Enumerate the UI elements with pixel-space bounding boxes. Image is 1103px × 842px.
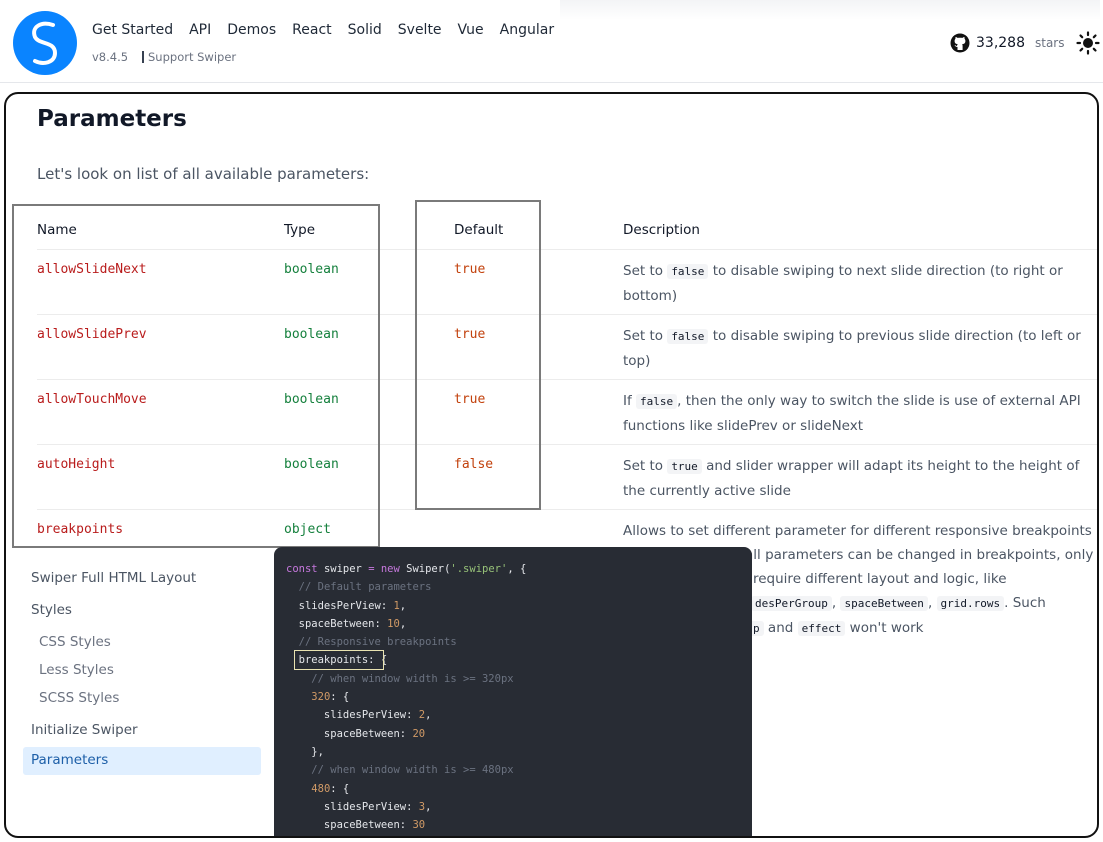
sidebar-item-scss-styles[interactable]: SCSS Styles [39, 690, 119, 706]
swiper-logo-icon [32, 21, 58, 65]
sidebar-item-less-styles[interactable]: Less Styles [39, 662, 114, 678]
stars-label: stars [1035, 36, 1065, 50]
col-description: Description [623, 222, 700, 238]
param-description: Set to false to disable swiping to previ… [623, 328, 1081, 369]
nav-svelte[interactable]: Svelte [398, 22, 442, 38]
sidebar-item-initialize-swiper[interactable]: Initialize Swiper [31, 722, 138, 738]
intro-text: Let's look on list of all available para… [37, 165, 370, 183]
github-icon [950, 33, 970, 53]
param-description: Set to false to disable swiping to next … [623, 263, 1063, 304]
swiper-logo[interactable] [13, 11, 77, 75]
nav-get-started[interactable]: Get Started [92, 22, 173, 38]
content-frame: Parameters Let's look on list of all ava… [4, 92, 1099, 838]
nav-angular[interactable]: Angular [500, 22, 554, 38]
github-stars-link[interactable]: 33,288 stars [950, 33, 1065, 53]
theme-toggle-icon [1076, 31, 1100, 55]
sidebar-item-label: Parameters [31, 752, 109, 768]
sidebar-item-parameters[interactable]: Parameters [23, 747, 261, 775]
page-title: Parameters [37, 106, 187, 132]
sun-icon[interactable] [1076, 31, 1100, 59]
nav-react[interactable]: React [292, 22, 331, 38]
sidebar-item-styles[interactable]: Styles [31, 602, 72, 618]
main-nav: Get Started API Demos React Solid Svelte… [92, 22, 554, 38]
nav-api[interactable]: API [189, 22, 211, 38]
sidebar-item-css-styles[interactable]: CSS Styles [39, 634, 111, 650]
header-shadow [560, 0, 1100, 20]
code-line: swiper [323, 563, 362, 575]
support-link[interactable]: Support Swiper [142, 50, 236, 64]
breakpoints-highlight [294, 650, 384, 670]
patreon-icon [142, 51, 144, 63]
nav-demos[interactable]: Demos [227, 22, 276, 38]
top-header: Get Started API Demos React Solid Svelte… [0, 0, 1103, 83]
code-block: const swiper = new Swiper('.swiper', { /… [286, 563, 527, 832]
support-label: Support Swiper [148, 50, 237, 64]
name-type-highlight [12, 204, 380, 548]
sidebar-item-full-html-layout[interactable]: Swiper Full HTML Layout [31, 570, 196, 586]
param-description: If false, then the only way to switch th… [623, 393, 1081, 434]
nav-solid[interactable]: Solid [348, 22, 382, 38]
code-example-tooltip: const swiper = new Swiper('.swiper', { /… [274, 547, 752, 836]
default-highlight [415, 200, 541, 510]
nav-vue[interactable]: Vue [458, 22, 484, 38]
version-label: v8.4.5 [92, 50, 129, 64]
param-description: Set to true and slider wrapper will adap… [623, 458, 1080, 499]
stars-count: 33,288 [976, 35, 1025, 51]
